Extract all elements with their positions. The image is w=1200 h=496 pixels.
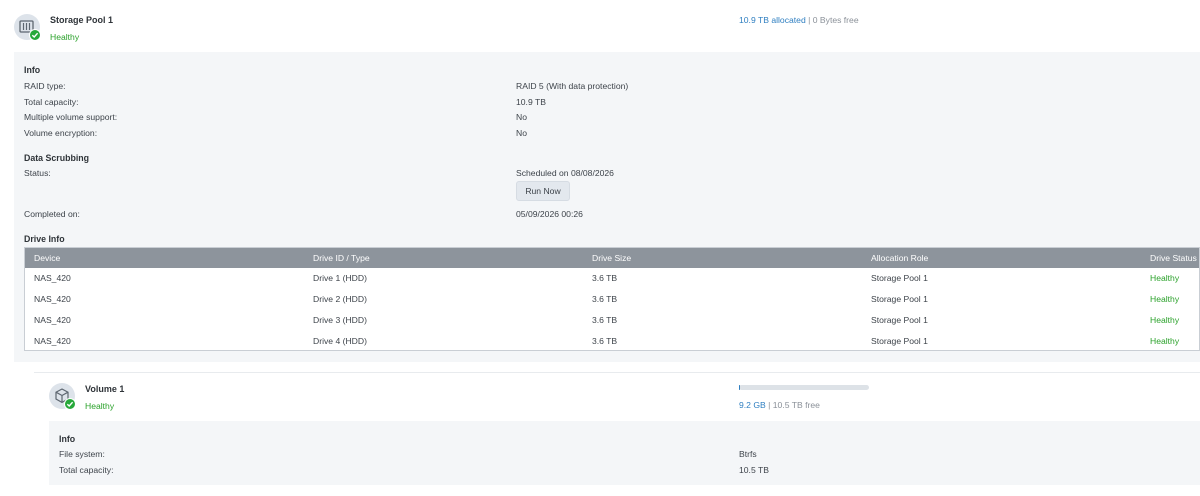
scrub-status-value: Scheduled on 08/08/2026 bbox=[516, 168, 614, 178]
check-badge-icon bbox=[29, 29, 41, 41]
pool-info-heading: Info bbox=[24, 65, 41, 75]
drive-info-heading: Drive Info bbox=[24, 234, 65, 244]
run-now-button[interactable]: Run Now bbox=[516, 181, 570, 201]
multi-volume-value: No bbox=[516, 112, 527, 122]
check-badge-icon bbox=[64, 398, 76, 410]
volume-used[interactable]: 9.2 GB bbox=[739, 400, 766, 410]
cell-drive-status: Healthy bbox=[1150, 273, 1180, 283]
volume-name: Volume 1 bbox=[85, 384, 125, 394]
column-header-drive-id[interactable]: Drive ID / Type bbox=[313, 248, 370, 268]
column-header-drive-status[interactable]: Drive Status bbox=[1150, 248, 1197, 268]
volume-info-heading: Info bbox=[59, 434, 76, 444]
storage-pool-name: Storage Pool 1 bbox=[50, 15, 114, 25]
scrub-status-label: Status: bbox=[24, 168, 51, 178]
cell-drive-id: Drive 1 (HDD) bbox=[313, 273, 367, 283]
cell-drive-size: 3.6 TB bbox=[592, 294, 618, 304]
storage-pool-icon bbox=[14, 14, 41, 41]
cell-drive-id: Drive 2 (HDD) bbox=[313, 294, 367, 304]
table-header: Device Drive ID / Type Drive Size Alloca… bbox=[25, 248, 1199, 268]
total-capacity-value: 10.9 TB bbox=[516, 97, 546, 107]
volume-encryption-value: No bbox=[516, 128, 527, 138]
file-system-label: File system: bbox=[59, 449, 105, 459]
raid-type-value: RAID 5 (With data protection) bbox=[516, 81, 629, 91]
cell-allocation-role: Storage Pool 1 bbox=[871, 294, 928, 304]
storage-pool-status: Healthy bbox=[50, 32, 80, 42]
cell-device: NAS_420 bbox=[34, 273, 71, 283]
table-row[interactable]: NAS_420 Drive 4 (HDD) 3.6 TB Storage Poo… bbox=[25, 331, 1199, 352]
pool-allocated[interactable]: 10.9 TB allocated bbox=[739, 15, 806, 25]
completed-on-label: Completed on: bbox=[24, 209, 80, 219]
column-header-drive-size[interactable]: Drive Size bbox=[592, 248, 631, 268]
separator: | bbox=[765, 400, 773, 410]
section-divider bbox=[34, 372, 1200, 373]
file-system-value: Btrfs bbox=[739, 449, 757, 459]
multi-volume-label: Multiple volume support: bbox=[24, 112, 118, 122]
cell-allocation-role: Storage Pool 1 bbox=[871, 336, 928, 346]
cell-drive-id: Drive 4 (HDD) bbox=[313, 336, 367, 346]
cell-device: NAS_420 bbox=[34, 315, 71, 325]
pool-free: 0 Bytes free bbox=[812, 15, 859, 25]
cell-drive-size: 3.6 TB bbox=[592, 336, 618, 346]
volume-free: 10.5 TB free bbox=[772, 400, 820, 410]
column-header-device[interactable]: Device bbox=[34, 248, 60, 268]
cell-drive-id: Drive 3 (HDD) bbox=[313, 315, 367, 325]
table-row[interactable]: NAS_420 Drive 1 (HDD) 3.6 TB Storage Poo… bbox=[25, 268, 1199, 289]
data-scrubbing-heading: Data Scrubbing bbox=[24, 153, 90, 163]
completed-on-value: 05/09/2026 00:26 bbox=[516, 209, 583, 219]
cell-device: NAS_420 bbox=[34, 336, 71, 346]
cell-drive-status: Healthy bbox=[1150, 315, 1180, 325]
cell-allocation-role: Storage Pool 1 bbox=[871, 315, 928, 325]
volume-encryption-label: Volume encryption: bbox=[24, 128, 98, 138]
volume-cube-icon bbox=[49, 383, 76, 410]
column-header-allocation-role[interactable]: Allocation Role bbox=[871, 248, 928, 268]
cell-device: NAS_420 bbox=[34, 294, 71, 304]
cell-allocation-role: Storage Pool 1 bbox=[871, 273, 928, 283]
drive-info-table: Device Drive ID / Type Drive Size Alloca… bbox=[24, 247, 1200, 351]
separator: | bbox=[805, 15, 813, 25]
volume-total-capacity-value: 10.5 TB bbox=[739, 465, 769, 475]
raid-type-label: RAID type: bbox=[24, 81, 66, 91]
table-row[interactable]: NAS_420 Drive 2 (HDD) 3.6 TB Storage Poo… bbox=[25, 289, 1199, 310]
cell-drive-status: Healthy bbox=[1150, 336, 1180, 346]
cell-drive-size: 3.6 TB bbox=[592, 315, 618, 325]
volume-details-panel bbox=[49, 421, 1200, 485]
pool-capacity-summary: 10.9 TB allocated | 0 Bytes free bbox=[739, 15, 859, 25]
table-row[interactable]: NAS_420 Drive 3 (HDD) 3.6 TB Storage Poo… bbox=[25, 310, 1199, 331]
volume-total-capacity-label: Total capacity: bbox=[59, 465, 114, 475]
volume-usage-bar bbox=[739, 385, 869, 390]
volume-status: Healthy bbox=[85, 401, 115, 411]
volume-capacity-summary: 9.2 GB | 10.5 TB free bbox=[739, 400, 820, 410]
cell-drive-status: Healthy bbox=[1150, 294, 1180, 304]
cell-drive-size: 3.6 TB bbox=[592, 273, 618, 283]
total-capacity-label: Total capacity: bbox=[24, 97, 79, 107]
